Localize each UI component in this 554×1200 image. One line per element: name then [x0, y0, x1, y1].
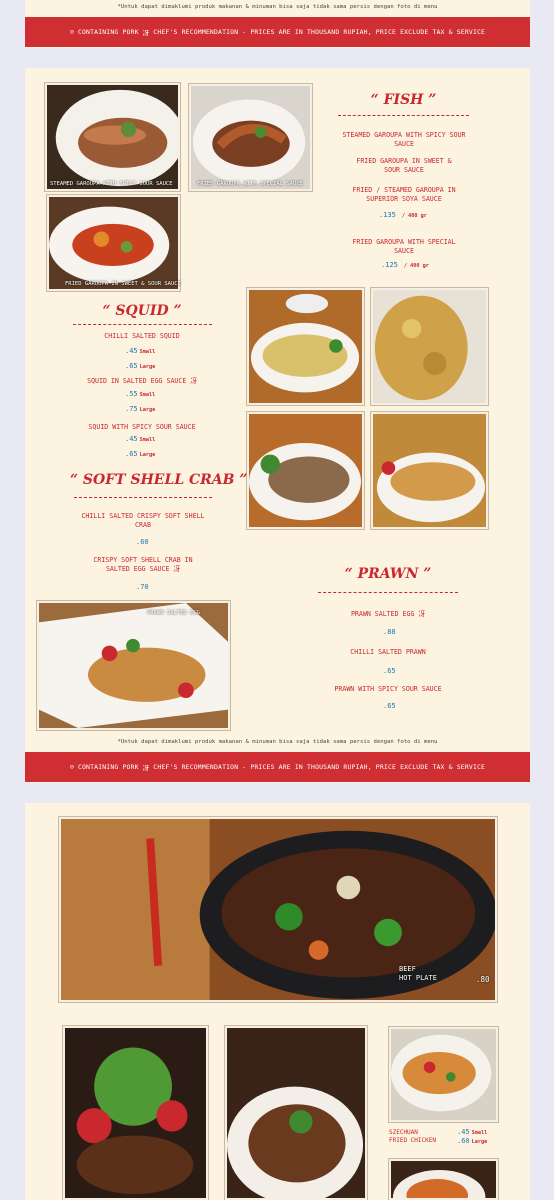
prawn-item: PRAWN WITH SPICY SOUR SAUCE [334, 685, 442, 693]
squid-price-large: .65 Large [125, 362, 156, 370]
prawn-price: .65 [383, 667, 396, 675]
photo-squid-spicy-sour [247, 412, 364, 529]
fish-item: FRIED GAROUPA WITH SPECIAL SAUCE [352, 238, 456, 255]
photo-fried-garoupa [189, 84, 312, 191]
squid-price-small: .45 Small [125, 347, 156, 355]
pork-label: CONTAINING PORK [77, 28, 139, 36]
chef-label: CHEF'S RECOMMENDATION [153, 763, 239, 771]
chef-icon: 冴 [142, 763, 150, 772]
photo-steamed-garoupa [45, 83, 180, 191]
pork-icon: ☺ [69, 28, 74, 36]
chef-icon: 冴 [142, 28, 150, 37]
squid-item: SQUID WITH SPICY SOUR SAUCE [88, 423, 196, 431]
photo-caption: FRIED GAROUPA IN SWEET & SOUR SAUCE [65, 281, 181, 287]
chicken-price-small: .45 Small [457, 1128, 488, 1136]
soft-shell-crab-divider [74, 497, 212, 498]
prices-note: PRICES ARE IN THOUSAND RUPIAH, PRICE EXC… [250, 28, 486, 36]
photo-prawn-salted-egg [37, 601, 230, 730]
photo-szechuan-fried-chicken [389, 1027, 498, 1122]
photo-caption: PRAWN SALTED EGG [147, 610, 200, 616]
photo-chilli-salted-squid [247, 288, 364, 405]
fish-heading: “ FISH ” [370, 92, 437, 108]
prices-note: PRICES ARE IN THOUSAND RUPIAH, PRICE EXC… [250, 763, 486, 771]
prawn-price: .88 [383, 628, 396, 636]
photo-squid-salted-egg [371, 288, 488, 405]
photo-caption: STEAMED GAROUPA WITH SPICY SOUR SAUCE [50, 181, 173, 187]
prawn-item: CHILLI SALTED PRAWN [350, 648, 426, 656]
legend-banner: ☺ CONTAINING PORK 冴 CHEF'S RECOMMENDATIO… [25, 17, 530, 47]
chef-label: CHEF'S RECOMMENDATION [153, 28, 239, 36]
squid-price-large: .75 Large [125, 405, 156, 413]
photo-dish-meat [225, 1026, 367, 1200]
squid-price-small: .45 Small [125, 435, 156, 443]
squid-price-small: .55 Small [125, 390, 156, 398]
squid-item: SQUID IN SALTED EGG SAUCE 冴 [87, 377, 197, 385]
soft-shell-crab-item: CRISPY SOFT SHELL CRAB IN SALTED EGG SAU… [93, 556, 193, 573]
squid-heading: “ SQUID ” [102, 303, 182, 319]
prawn-heading: “ PRAWN ” [344, 566, 432, 582]
banner-separator: - [242, 763, 247, 771]
photo-dish-bottom [389, 1159, 498, 1200]
photo-soft-shell-crab [371, 412, 488, 529]
soft-shell-crab-heading: “ SOFT SHELL CRAB ” [70, 472, 248, 488]
fish-divider [338, 115, 469, 116]
pork-label: CONTAINING PORK [77, 763, 139, 771]
legend-banner: ☺ CONTAINING PORK 冴 CHEF'S RECOMMENDATIO… [25, 752, 530, 782]
photo-caption: FRIED GAROUPA WITH SPECIAL SAUCE [197, 181, 303, 187]
soft-shell-crab-price: .60 [136, 538, 149, 546]
pork-icon: ☺ [69, 763, 74, 771]
prawn-price: .65 [383, 702, 396, 710]
fish-item: FRIED GAROUPA IN SWEET & SOUR SAUCE [356, 157, 452, 174]
photo-fried-garoupa-sweet-sour [47, 195, 180, 291]
soft-shell-crab-price: .70 [136, 583, 149, 591]
fish-item: FRIED / STEAMED GAROUPA IN SUPERIOR SOYA… [352, 186, 456, 203]
squid-price-large: .65 Large [125, 450, 156, 458]
fish-price-a: .135 / 400 gr [379, 211, 427, 219]
disclaimer-note: *Untuk dapat dimaklumi produk makanan & … [117, 739, 438, 745]
chicken-name: SZECHUAN FRIED CHICKEN [389, 1129, 436, 1144]
squid-divider [73, 324, 212, 325]
chicken-price-large: .60 Large [457, 1137, 488, 1145]
photo-dish-vegetable [63, 1026, 208, 1200]
fish-price-b: .125 / 400 gr [381, 261, 429, 269]
squid-item: CHILLI SALTED SQUID [104, 332, 180, 340]
disclaimer-note: *Untuk dapat dimaklumi produk makanan & … [117, 4, 438, 10]
beef-name: BEEF HOT PLATE [399, 965, 437, 982]
soft-shell-crab-item: CHILLI SALTED CRISPY SOFT SHELL CRAB [81, 512, 205, 529]
prawn-item: PRAWN SALTED EGG 冴 [350, 610, 426, 618]
banner-separator: - [242, 28, 247, 36]
prawn-divider [318, 592, 458, 593]
beef-price: .80 [476, 975, 490, 984]
fish-item: STEAMED GAROUPA WITH SPICY SOUR SAUCE [342, 131, 466, 148]
